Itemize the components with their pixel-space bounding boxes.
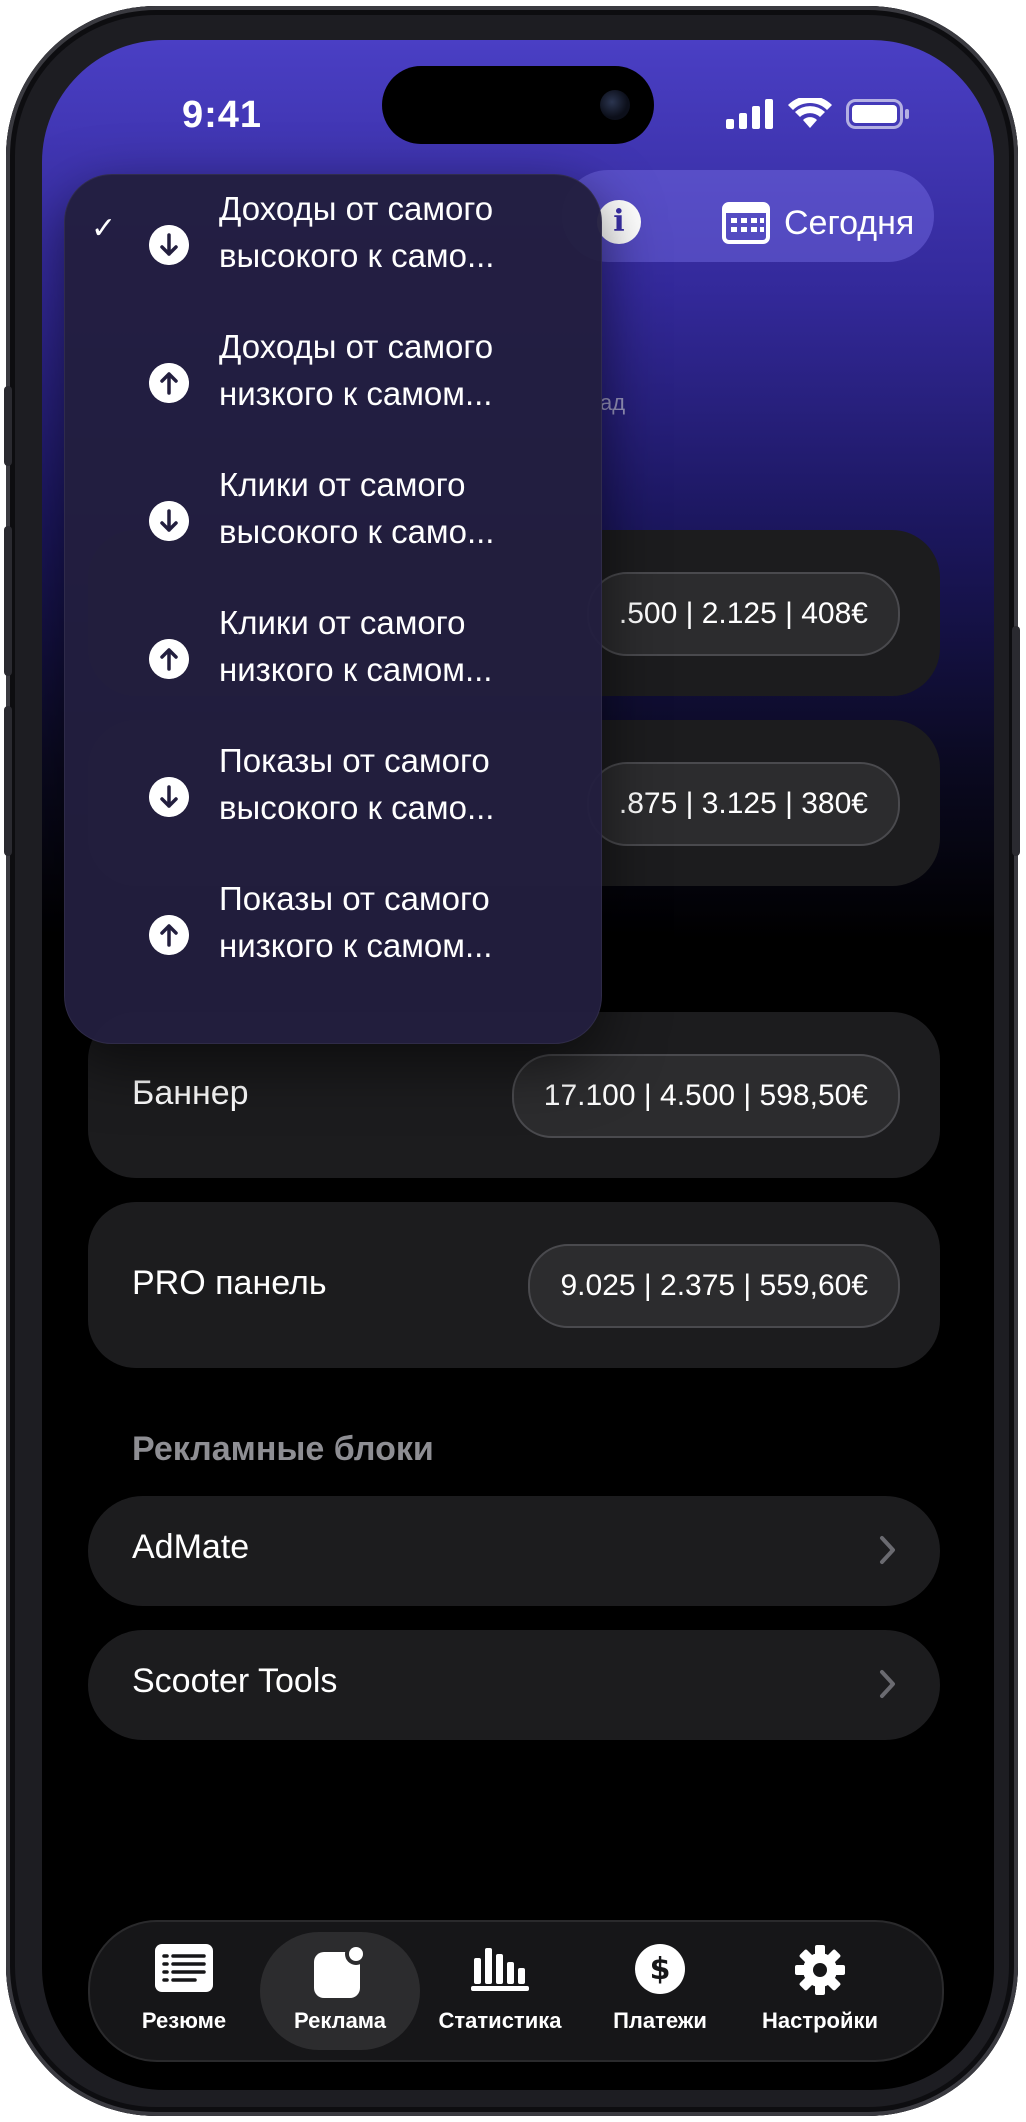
- sort-option[interactable]: Доходы от самого низкого к самом...: [65, 313, 601, 451]
- ad-type-stats: .500 | 2.125 | 408€: [586, 572, 900, 656]
- ad-type-stats: 17.100 | 4.500 | 598,50€: [511, 1054, 900, 1138]
- ad-block-row-admate[interactable]: AdMate: [88, 1496, 940, 1606]
- battery-icon: [846, 99, 909, 129]
- sort-option-label: Клики от самого высокого к само...: [219, 466, 495, 550]
- sort-menu: ✓ Доходы от самого высокого к само... Дох…: [64, 174, 602, 1044]
- arrow-up-icon: [149, 915, 189, 955]
- arrow-down-icon: [149, 777, 189, 817]
- sort-option[interactable]: Клики от самого низкого к самом...: [65, 589, 601, 727]
- ad-type-stats: 9.025 | 2.375 | 559,60€: [528, 1244, 900, 1328]
- date-filter-label: Сегодня: [784, 204, 915, 242]
- tab-summary[interactable]: Резюме: [104, 1922, 264, 2060]
- sort-option-label: Доходы от самого высокого к само...: [219, 190, 495, 274]
- ads-icon: [314, 1944, 367, 1998]
- tab-label: Резюме: [141, 2008, 227, 2033]
- tab-settings[interactable]: Настройки: [740, 1922, 900, 2060]
- tab-label: Реклама: [293, 2008, 387, 2033]
- tab-label: Настройки: [761, 2008, 879, 2033]
- svg-text:$: $: [650, 1952, 671, 1987]
- info-icon[interactable]: i: [597, 200, 641, 244]
- sort-option-label: Клики от самого низкого к самом...: [219, 604, 493, 688]
- sort-option[interactable]: ✓ Доходы от самого высокого к само...: [65, 175, 601, 313]
- tab-bar: Резюме Реклама Статистика $ Платежи Наст…: [88, 1920, 944, 2062]
- ad-type-label: PRO панель: [132, 1264, 327, 1302]
- ad-type-stats: .875 | 3.125 | 380€: [586, 762, 900, 846]
- arrow-down-icon: [149, 501, 189, 541]
- dynamic-island: [382, 66, 654, 144]
- arrow-up-icon: [149, 363, 189, 403]
- camera-icon: [600, 90, 630, 120]
- wifi-icon: [788, 98, 832, 128]
- arrow-down-icon: [149, 225, 189, 265]
- tab-label: Платежи: [613, 2008, 707, 2033]
- volume-down-button: [4, 706, 12, 856]
- dollar-icon: $: [635, 1944, 685, 1994]
- calendar-icon: [722, 202, 770, 244]
- gear-icon: [795, 1945, 845, 1995]
- sort-option-label: Показы от самого высокого к само...: [219, 742, 495, 826]
- tab-statistics[interactable]: Статистика: [420, 1922, 580, 2060]
- sort-option[interactable]: Показы от самого высокого к само...: [65, 727, 601, 865]
- ad-block-label: Scooter Tools: [132, 1662, 338, 1700]
- bar-chart-icon: [471, 1948, 529, 1991]
- sort-option-label: Показы от самого низкого к самом...: [219, 880, 493, 964]
- tab-label: Статистика: [438, 2008, 562, 2033]
- ad-type-card-pro-panel[interactable]: PRO панель 9.025 | 2.375 | 559,60€: [88, 1202, 940, 1368]
- power-button: [1012, 626, 1020, 856]
- tab-payments[interactable]: $ Платежи: [580, 1922, 740, 2060]
- screen: 9:41 i Сегодня ад .500 | 2.125 | 408€ .8…: [42, 40, 994, 2090]
- mute-switch: [4, 386, 12, 466]
- ad-type-label: Баннер: [132, 1074, 249, 1112]
- tab-ads[interactable]: Реклама: [260, 1932, 420, 2050]
- status-time: 9:41: [182, 94, 263, 136]
- signal-icon: [726, 99, 773, 129]
- chevron-right-icon: [880, 1670, 895, 1698]
- arrow-up-icon: [149, 639, 189, 679]
- checkmark-icon: ✓: [91, 212, 117, 245]
- sort-option[interactable]: Клики от самого высокого к само...: [65, 451, 601, 589]
- list-icon: [155, 1944, 213, 1992]
- sort-option-label: Доходы от самого низкого к самом...: [219, 328, 494, 412]
- section-title-ad-blocks: Рекламные блоки: [132, 1430, 434, 1468]
- ad-block-label: AdMate: [132, 1528, 250, 1566]
- sort-option[interactable]: Показы от самого низкого к самом...: [65, 865, 601, 1003]
- chevron-right-icon: [880, 1536, 895, 1564]
- volume-up-button: [4, 526, 12, 676]
- ad-block-row-scooter-tools[interactable]: Scooter Tools: [88, 1630, 940, 1740]
- header-subtext-fragment: ад: [600, 390, 626, 415]
- phone-frame: 9:41 i Сегодня ад .500 | 2.125 | 408€ .8…: [4, 6, 1020, 2116]
- status-icons: [726, 98, 910, 130]
